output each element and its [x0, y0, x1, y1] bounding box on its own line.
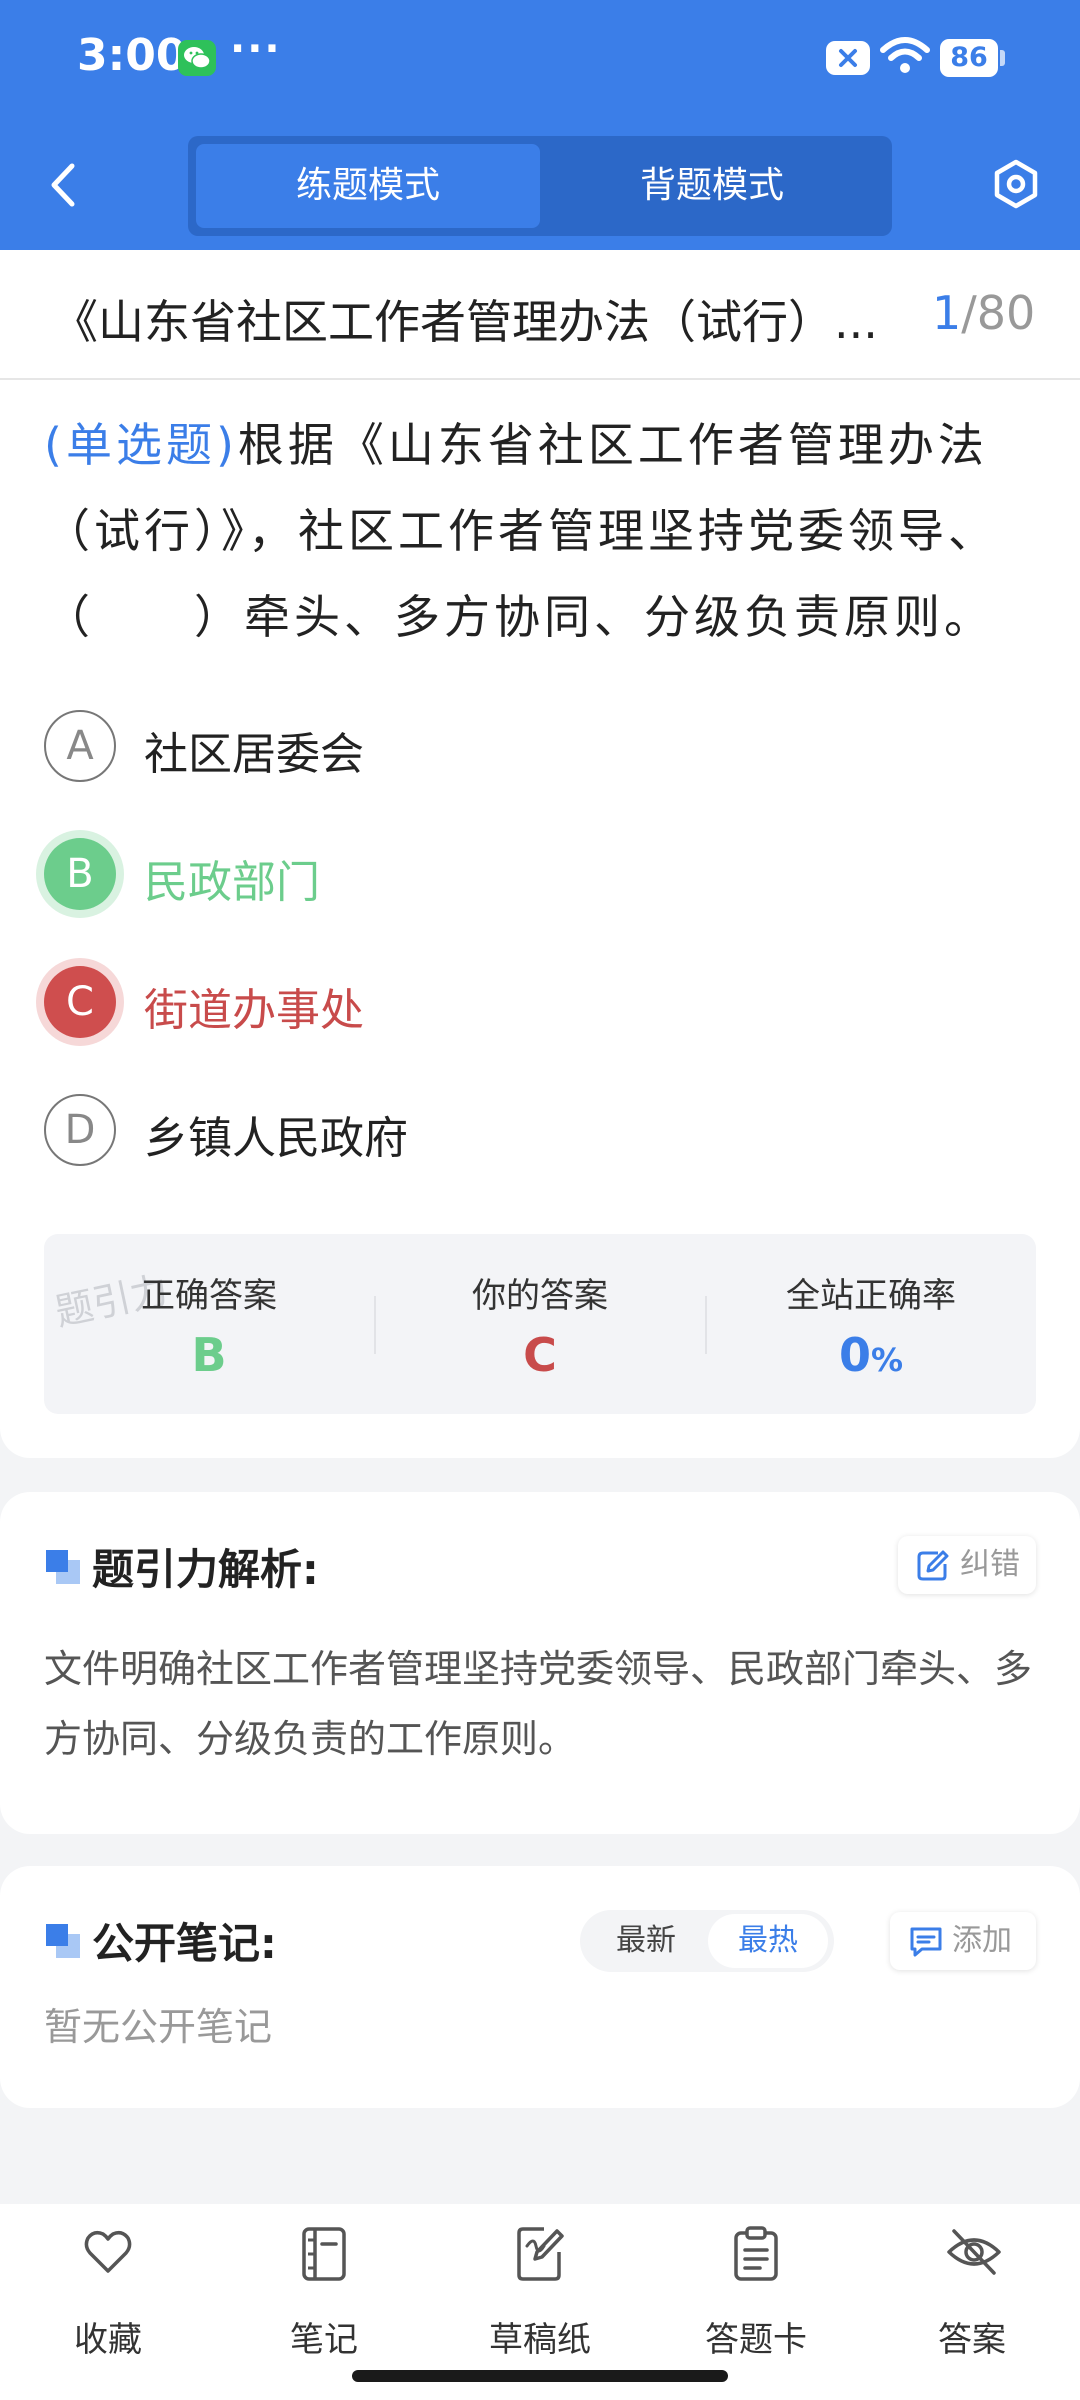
eye-off-icon: [947, 2229, 1001, 2275]
analysis-title: 题引力解析:: [92, 1545, 319, 1594]
wechat-icon: [178, 40, 216, 76]
back-arrow-icon[interactable]: [44, 160, 80, 214]
question-progress[interactable]: 1/80: [932, 286, 1035, 340]
tab-memorize-mode[interactable]: 背题模式: [540, 144, 884, 228]
draft-paper-label: 草稿纸: [489, 2320, 591, 2360]
correct-answer: 正确答案 B: [44, 1234, 374, 1414]
settings-icon[interactable]: [990, 158, 1042, 214]
option-c[interactable]: C 街道办事处: [44, 966, 944, 1042]
draft-icon: [517, 2227, 564, 2281]
more-notifications-icon: ···: [230, 26, 282, 72]
notes-label: 笔记: [290, 2320, 358, 2360]
notes-sort-toggle: 最新 最热: [580, 1910, 834, 1972]
option-text: 街道办事处: [144, 985, 364, 1036]
question-text: (单选题)根据《山东省社区工作者管理办法（试行）》，社区工作者管理坚持党委领导、…: [44, 402, 1040, 660]
mode-toggle: 练题模式 背题模式: [188, 136, 892, 236]
correct-answer-value: B: [191, 1328, 227, 1382]
question-title-row: 《山东省社区工作者管理办法（试行）... 1/80: [0, 250, 1080, 380]
status-bar: 3:00 ··· 86: [0, 0, 1080, 118]
public-notes-card: 公开笔记: 最新 最热 添加 暂无公开笔记: [0, 1866, 1080, 2108]
analysis-text: 文件明确社区工作者管理坚持党委领导、民政部门牵头、多方协同、分级负责的工作原则。: [44, 1647, 1033, 1761]
analysis-card: 题引力解析: 纠错 文件明确社区工作者管理坚持党委领导、民政部门牵头、多方协同、…: [0, 1492, 1080, 1834]
answer-sheet-label: 答题卡: [705, 2320, 807, 2360]
site-accuracy: 全站正确率 0%: [706, 1234, 1036, 1414]
option-letter: A: [44, 710, 116, 782]
your-answer: 你的答案 C: [375, 1234, 705, 1414]
header: 3:00 ··· 86 练题模式 背题模式: [0, 0, 1080, 250]
option-a[interactable]: A 社区居委会: [44, 710, 944, 786]
your-answer-value: C: [523, 1328, 557, 1382]
draft-paper-button[interactable]: 草稿纸: [460, 2226, 620, 2360]
home-indicator[interactable]: [352, 2370, 728, 2382]
heart-icon: [84, 2230, 132, 2273]
tab-practice-mode[interactable]: 练题模式: [196, 144, 540, 228]
option-b[interactable]: B 民政部门: [44, 838, 944, 914]
option-letter: B: [44, 838, 116, 910]
question-type-label: (单选题): [44, 418, 238, 472]
wifi-icon: [880, 36, 930, 80]
total-questions: /80: [961, 286, 1036, 340]
option-d[interactable]: D 乡镇人民政府: [44, 1094, 944, 1170]
favorite-button[interactable]: 收藏: [28, 2226, 188, 2360]
document-title: 《山东省社区工作者管理办法（试行）...: [52, 295, 878, 349]
section-squares-icon: [44, 1922, 82, 1964]
add-note-button[interactable]: 添加: [890, 1912, 1036, 1970]
notes-button[interactable]: 笔记: [244, 2226, 404, 2360]
your-answer-label: 你的答案: [472, 1276, 608, 1316]
correct-answer-label: 正确答案: [141, 1276, 277, 1316]
empty-notes-text: 暂无公开笔记: [44, 2005, 273, 2049]
answer-summary: 题引力 正确答案 B 你的答案 C 全站正确率 0%: [44, 1234, 1036, 1414]
edit-icon: [917, 1550, 949, 1581]
public-notes-title: 公开笔记:: [92, 1919, 277, 1968]
option-letter: D: [44, 1094, 116, 1166]
toggle-answer-button[interactable]: 答案: [892, 2226, 1052, 2360]
accuracy-unit: %: [870, 1341, 904, 1379]
answer-sheet-icon: [734, 2226, 778, 2281]
option-text: 乡镇人民政府: [144, 1113, 408, 1164]
option-text: 社区居委会: [144, 729, 364, 780]
site-accuracy-value: 0%: [706, 1328, 1036, 1382]
answer-sheet-button[interactable]: 答题卡: [676, 2226, 836, 2360]
comment-icon: [910, 1927, 942, 1957]
toggle-answer-label: 答案: [938, 2320, 1006, 2360]
current-question-number: 1: [932, 286, 962, 340]
report-error-button[interactable]: 纠错: [898, 1536, 1036, 1594]
battery-tip: [1000, 50, 1005, 66]
accuracy-number: 0: [838, 1328, 871, 1382]
question-card: 《山东省社区工作者管理办法（试行）... 1/80 (单选题)根据《山东省社区工…: [0, 250, 1080, 1458]
battery-indicator: 86: [940, 39, 998, 77]
section-squares-icon: [44, 1548, 82, 1590]
option-text: 民政部门: [144, 857, 320, 908]
status-time: 3:00: [77, 30, 187, 81]
site-accuracy-label: 全站正确率: [786, 1276, 956, 1316]
add-note-label: 添加: [952, 1923, 1012, 1958]
sort-hottest[interactable]: 最热: [708, 1914, 828, 1968]
report-error-label: 纠错: [960, 1547, 1020, 1582]
favorite-label: 收藏: [74, 2320, 142, 2360]
option-letter: C: [44, 966, 116, 1038]
close-notification-icon: [826, 41, 870, 75]
notebook-icon: [302, 2227, 346, 2281]
sort-latest[interactable]: 最新: [586, 1914, 706, 1968]
